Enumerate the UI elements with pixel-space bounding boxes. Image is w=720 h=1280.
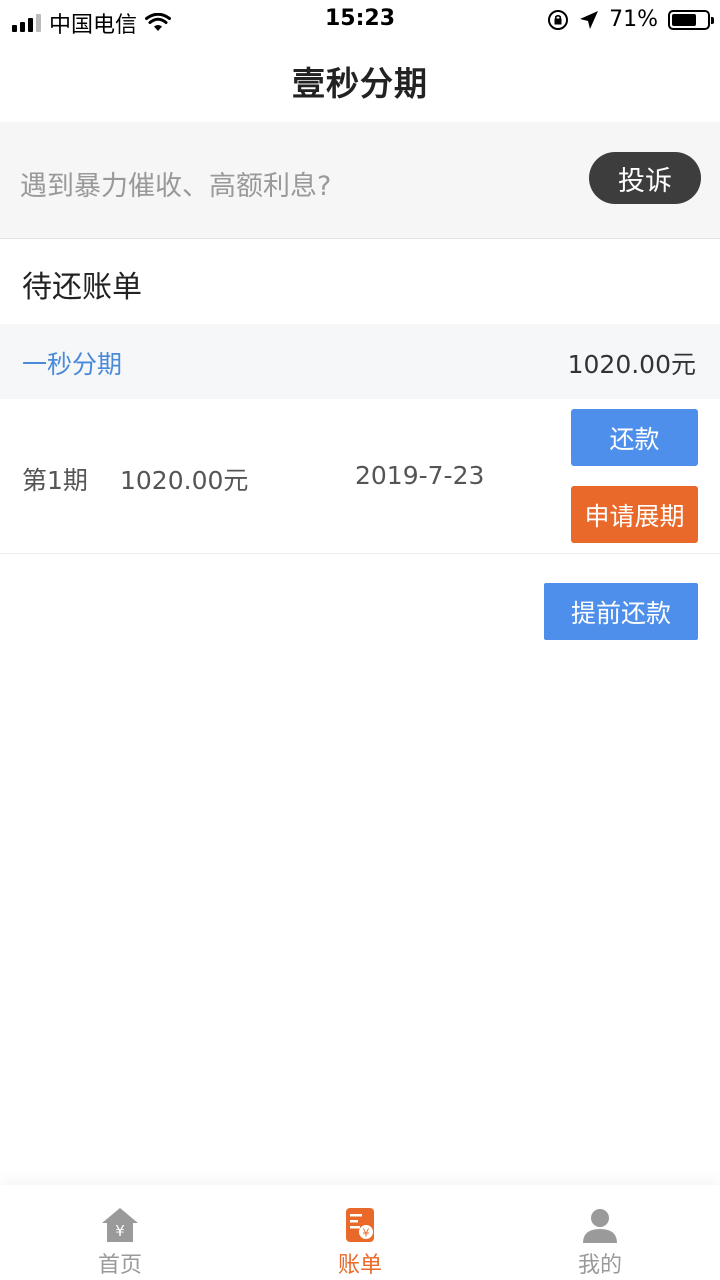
installment-row: 第1期 1020.00元 2019-7-23 还款 申请展期 [0, 399, 720, 554]
page-title: 壹秒分期 [292, 64, 428, 103]
home-icon: ¥ [102, 1208, 138, 1242]
complaint-banner: 遇到暴力催收、高额利息? 投诉 [0, 122, 720, 239]
extend-button[interactable]: 申请展期 [571, 486, 698, 543]
tab-me[interactable]: 我的 [480, 1185, 720, 1280]
installment-due-date: 2019-7-23 [355, 461, 485, 490]
installment-amount: 1020.00元 [120, 466, 249, 495]
rotation-lock-icon [548, 9, 569, 30]
product-name[interactable]: 一秒分期 [22, 345, 122, 381]
complaint-button[interactable]: 投诉 [589, 152, 701, 204]
battery-fill [672, 13, 696, 26]
status-bar: 中国电信 15:23 71% [0, 0, 720, 40]
bill-icon: ¥ [346, 1208, 374, 1242]
battery-tip [711, 16, 714, 24]
product-amount: 1020.00元 [567, 350, 696, 379]
svg-text:¥: ¥ [115, 1222, 125, 1240]
user-icon [583, 1209, 617, 1243]
battery-percent: 71% [609, 7, 658, 32]
status-right: 71% [547, 7, 714, 32]
nav-bar: 壹秒分期 [0, 40, 720, 122]
installment-period: 第1期 [22, 466, 88, 495]
complaint-text: 遇到暴力催收、高额利息? [20, 171, 332, 202]
tab-home-label: 首页 [97, 1253, 142, 1278]
tab-bill[interactable]: ¥ 账单 [240, 1185, 480, 1280]
battery-icon [668, 9, 714, 30]
tab-bill-label: 账单 [337, 1253, 382, 1278]
tab-home[interactable]: ¥ 首页 [0, 1185, 240, 1280]
repay-button[interactable]: 还款 [571, 409, 698, 466]
location-arrow-icon [580, 10, 599, 29]
tab-me-label: 我的 [577, 1253, 622, 1278]
prepay-button[interactable]: 提前还款 [544, 583, 698, 640]
svg-text:¥: ¥ [363, 1227, 370, 1240]
section-title: 待还账单 [22, 270, 142, 305]
tab-bar: ¥ 首页 ¥ 账单 我的 [0, 1185, 720, 1280]
product-row: 一秒分期 1020.00元 [0, 324, 720, 399]
